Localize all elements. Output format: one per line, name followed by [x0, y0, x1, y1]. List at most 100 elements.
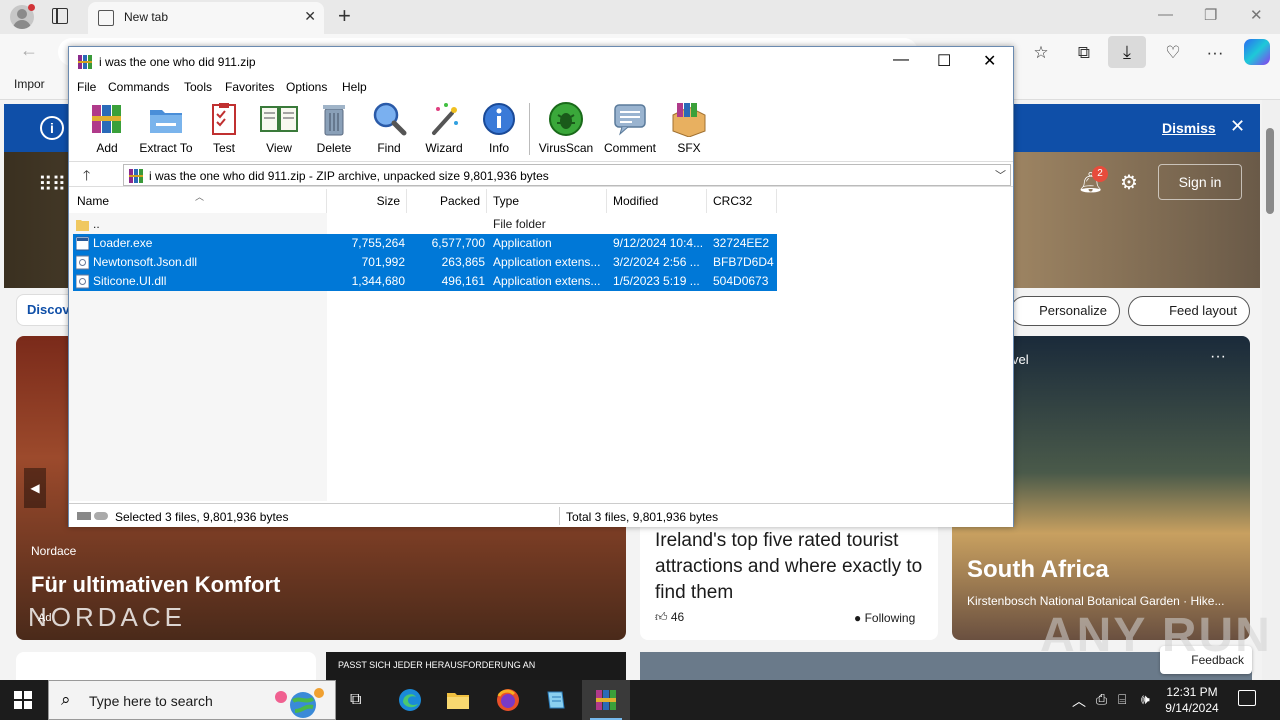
news-title[interactable]: Ireland's top five rated tourist attract… — [655, 528, 927, 606]
view-button[interactable]: View — [248, 101, 310, 159]
firefox-taskbar-app[interactable] — [484, 680, 532, 720]
edge-taskbar-app[interactable] — [386, 680, 434, 720]
menu-favorites[interactable]: Favorites — [225, 80, 274, 94]
menu-file[interactable]: File — [77, 80, 96, 94]
find-label: Find — [377, 141, 401, 155]
feed-layout-button[interactable]: Feed layout — [1128, 296, 1250, 326]
info-label: Info — [488, 141, 509, 155]
close-icon[interactable]: ✕ — [983, 51, 996, 71]
col-header-modified[interactable]: Modified — [607, 189, 707, 213]
import-favorites-link[interactable]: Impor — [14, 77, 45, 91]
meet-now-icon[interactable]: ⎙ — [1096, 691, 1107, 708]
volume-icon[interactable]: 🕪︎ — [1141, 691, 1150, 708]
virusscan-button[interactable]: VirusScan — [535, 101, 597, 159]
table-row[interactable]: .. File folder — [73, 215, 777, 234]
system-clock[interactable]: 12:31 PM 9/14/2024 — [1160, 684, 1224, 716]
col-header-size[interactable]: Size — [327, 189, 407, 213]
explorer-taskbar-app[interactable] — [434, 680, 482, 720]
ad-title[interactable]: Für ultimativen Komfort — [31, 572, 280, 598]
comment-icon — [614, 104, 646, 136]
window-title: i was the one who did 911.zip — [99, 55, 256, 69]
test-button[interactable]: Test — [193, 101, 255, 159]
copilot-icon[interactable] — [1244, 39, 1270, 65]
defender-ad[interactable]: PASST SICH JEDER HERAUSFORDERUNG AN — [326, 652, 626, 680]
up-one-level-icon[interactable]: 🡑 — [83, 165, 90, 189]
minimize-icon[interactable]: — — [893, 51, 909, 69]
collections-icon[interactable]: ⧉ — [1071, 40, 1097, 66]
path-dropdown[interactable]: i was the one who did 911.zip - ZIP arch… — [123, 164, 1011, 186]
row-size: 1,344,680 — [351, 274, 405, 288]
row-type: Application extens... — [493, 274, 601, 288]
row-name: .. — [93, 217, 100, 231]
path-text: i was the one who did 911.zip - ZIP arch… — [149, 169, 549, 183]
winrar-title-bar[interactable]: i was the one who did 911.zip — ☐ ✕ — [69, 47, 1013, 77]
open-book-icon — [260, 106, 298, 132]
extract-to-button[interactable]: Extract To — [135, 101, 197, 159]
more-options-icon[interactable]: ··· — [1210, 348, 1226, 366]
add-button[interactable]: Add — [76, 101, 138, 159]
favorites-icon[interactable]: ☆ — [1028, 40, 1054, 66]
restore-icon[interactable]: ❐ — [1204, 6, 1217, 24]
delete-button[interactable]: Delete — [303, 101, 365, 159]
row-size: 701,992 — [361, 255, 405, 269]
download-icon[interactable]: ⤓ — [1108, 36, 1146, 68]
sign-in-button[interactable]: Sign in — [1158, 164, 1242, 200]
clock-date: 9/14/2024 — [1165, 701, 1219, 715]
path-bar: 🡑 i was the one who did 911.zip - ZIP ar… — [69, 161, 1013, 187]
back-icon[interactable]: ← — [20, 40, 38, 61]
like-count[interactable]: 👍︎ 46 — [655, 610, 684, 625]
minimize-icon[interactable]: — — [1158, 6, 1173, 23]
browser-essentials-icon[interactable]: ♡ — [1160, 40, 1186, 66]
close-banner-icon[interactable]: ✕ — [1230, 116, 1245, 137]
new-tab-icon[interactable]: + — [338, 3, 351, 29]
travel-title[interactable]: South Africa — [967, 556, 1109, 584]
menu-tools[interactable]: Tools — [184, 80, 212, 94]
find-button[interactable]: Find — [358, 101, 420, 159]
row-type: Application extens... — [493, 255, 601, 269]
col-header-crc32[interactable]: CRC32 — [707, 189, 777, 213]
settings-gear-icon[interactable]: ⚙ — [1120, 170, 1138, 195]
close-window-icon[interactable]: ✕ — [1250, 6, 1263, 24]
following-button[interactable]: ● Following — [854, 611, 915, 625]
col-header-type[interactable]: Type — [487, 189, 607, 213]
status-bar: Selected 3 files, 9,801,936 bytes Total … — [69, 503, 1013, 527]
tab-actions-icon[interactable] — [52, 8, 68, 24]
carousel-prev-icon[interactable]: ◀ — [24, 468, 46, 508]
windows-start-icon[interactable] — [14, 691, 32, 709]
chevron-down-icon[interactable]: ﹀ — [995, 167, 1006, 183]
table-row[interactable]: Newtonsoft.Json.dll 701,992 263,865 Appl… — [73, 253, 777, 272]
table-row[interactable]: Loader.exe 7,755,264 6,577,700 Applicati… — [73, 234, 777, 253]
browser-tab[interactable]: New tab ✕ — [88, 2, 324, 34]
task-view-icon[interactable]: ⧉ — [350, 691, 361, 709]
show-hidden-icons-icon[interactable]: ︿ — [1072, 691, 1086, 711]
notification-center-icon[interactable] — [1238, 690, 1256, 706]
menu-options[interactable]: Options — [286, 80, 327, 94]
notepad-taskbar-app[interactable] — [532, 680, 580, 720]
close-tab-icon[interactable]: ✕ — [304, 8, 316, 25]
comment-button[interactable]: Comment — [599, 101, 661, 159]
winrar-app-icon — [596, 690, 616, 710]
defender-ad-text: PASST SICH JEDER HERAUSFORDERUNG AN — [338, 660, 536, 670]
row-modified: 3/2/2024 2:56 ... — [613, 255, 700, 269]
col-header-packed[interactable]: Packed — [407, 189, 487, 213]
row-size: 7,755,264 — [351, 236, 405, 250]
table-row[interactable]: Siticone.UI.dll 1,344,680 496,161 Applic… — [73, 272, 777, 291]
taskbar-search[interactable]: ⌕ Type here to search — [48, 680, 336, 720]
winrar-taskbar-app[interactable] — [582, 680, 630, 720]
sfx-button[interactable]: SFX — [658, 101, 720, 159]
page-scrollbar[interactable] — [1262, 100, 1280, 680]
personalize-button[interactable]: Personalize — [1010, 296, 1120, 326]
network-icon[interactable]: ⌸ — [1118, 691, 1126, 708]
col-header-name[interactable]: Name ︿ — [69, 189, 327, 213]
scrollbar-thumb[interactable] — [1266, 128, 1274, 214]
more-icon[interactable]: ··· — [1202, 40, 1228, 66]
wizard-button[interactable]: Wizard — [413, 101, 475, 159]
discover-tab[interactable]: Discov — [16, 294, 76, 326]
apps-grid-icon[interactable]: ⠿⠿ — [38, 172, 66, 197]
maximize-icon[interactable]: ☐ — [937, 51, 951, 71]
info-button[interactable]: Info — [468, 101, 530, 159]
top-stories-card[interactable] — [16, 652, 316, 680]
menu-commands[interactable]: Commands — [108, 80, 169, 94]
menu-help[interactable]: Help — [342, 80, 367, 94]
dismiss-button[interactable]: Dismiss — [1162, 120, 1216, 136]
